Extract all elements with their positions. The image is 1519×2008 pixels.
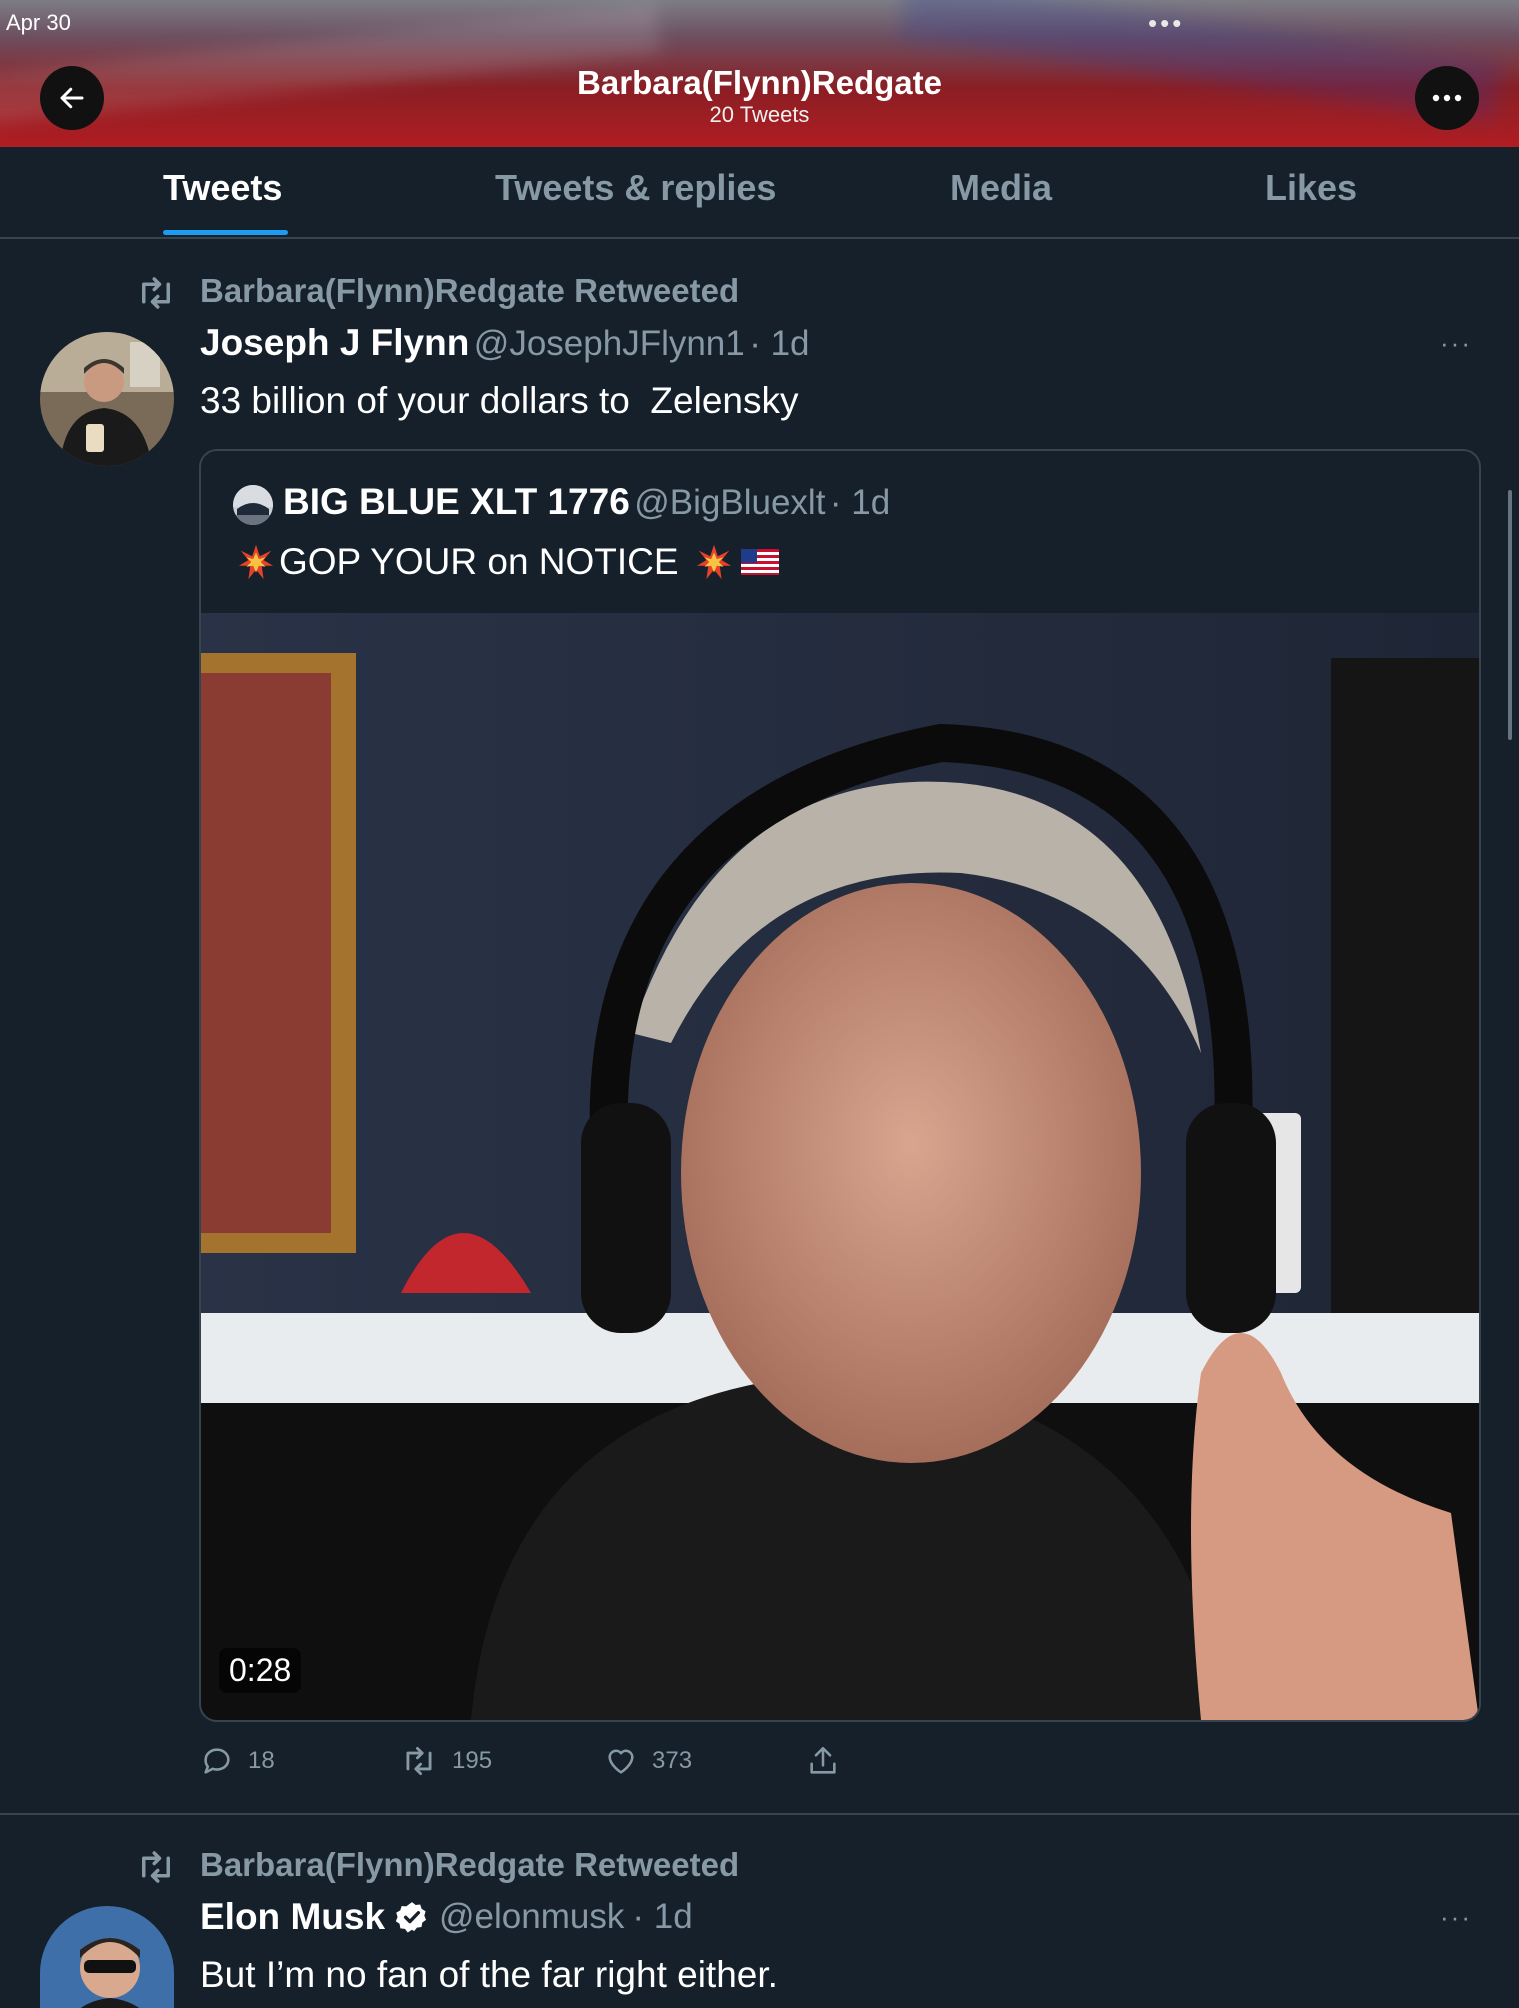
tweet-header: Joseph J Flynn @JosephJFlynn1 · 1d <box>200 322 810 364</box>
tweet-header: Elon Musk @elonmusk · 1d <box>200 1896 693 1938</box>
status-date: Apr 30 <box>6 10 71 35</box>
share-button[interactable] <box>806 1744 840 1778</box>
retweet-button[interactable]: 195 <box>400 1744 492 1778</box>
tab-tweets-replies[interactable]: Tweets & replies <box>495 167 776 209</box>
retweet-icon <box>135 1849 177 1890</box>
avatar[interactable] <box>40 1906 174 2008</box>
retweeted-by-label: Barbara(Flynn)Redgate Retweeted <box>200 272 740 309</box>
tweet-divider <box>0 1813 1519 1815</box>
reply-count: 18 <box>248 1747 275 1774</box>
quoted-avatar <box>233 485 273 525</box>
author-name[interactable]: Joseph J Flynn <box>200 322 469 363</box>
more-horizontal-icon <box>1432 94 1462 102</box>
active-tab-indicator <box>163 230 288 235</box>
quoted-tweet-time: · 1d <box>829 483 891 522</box>
reply-icon <box>204 1748 230 1774</box>
verified-badge-icon <box>395 1902 427 1933</box>
tab-likes[interactable]: Likes <box>1265 167 1357 209</box>
retweeted-by-label: Barbara(Flynn)Redgate Retweeted <box>200 1846 740 1883</box>
more-button[interactable] <box>1415 66 1479 130</box>
header-profile-name: Barbara(Flynn)Redgate <box>577 64 942 101</box>
retweet-icon <box>135 275 177 316</box>
tab-media[interactable]: Media <box>950 167 1052 209</box>
like-count: 373 <box>652 1747 693 1774</box>
video-thumbnail <box>201 613 1479 1720</box>
heart-icon <box>608 1749 634 1774</box>
author-handle[interactable]: @JosephJFlynn1 <box>474 324 745 363</box>
tweet-time: · 1d <box>749 324 810 363</box>
tweet-text: But I’m no fan of the far right either. <box>200 1954 778 1995</box>
video-duration-badge: 0:28 <box>219 1648 302 1693</box>
multitask-dots[interactable]: ••• <box>1148 8 1184 39</box>
avatar[interactable] <box>40 332 174 466</box>
tweet-text: 33 billion of your dollars to Zelensky <box>200 380 799 421</box>
retweet-count: 195 <box>452 1747 493 1774</box>
quoted-tweet-text-row: GOP YOUR on NOTICE <box>237 541 779 583</box>
tweet-time: · 1d <box>632 1897 693 1936</box>
tweet-more-button[interactable]: ··· <box>1440 1902 1472 1933</box>
quoted-tweet-text: GOP YOUR on NOTICE <box>279 541 679 582</box>
retweet-icon <box>406 1746 432 1776</box>
profile-tabs: Tweets Tweets & replies Media Likes <box>0 147 1519 239</box>
collision-emoji-icon <box>238 544 274 580</box>
author-name[interactable]: Elon Musk <box>200 1896 385 1938</box>
reply-button[interactable]: 18 <box>200 1744 275 1778</box>
quoted-tweet-card[interactable]: BIG BLUE XLT 1776 @BigBluexlt · 1d GOP Y… <box>199 449 1481 1722</box>
header-tweet-count: 20 Tweets <box>709 102 810 127</box>
author-handle[interactable]: @elonmusk <box>439 1897 624 1937</box>
quoted-author-handle: @BigBluexlt <box>634 483 826 522</box>
collision-emoji-icon <box>696 544 731 580</box>
scrollbar-thumb[interactable] <box>1508 490 1512 740</box>
video-player[interactable]: 0:28 <box>201 613 1479 1720</box>
us-flag-icon <box>740 549 779 575</box>
share-icon <box>810 1746 836 1774</box>
quoted-author-name: BIG BLUE XLT 1776 <box>283 481 630 522</box>
tab-tweets[interactable]: Tweets <box>163 167 282 209</box>
like-button[interactable]: 373 <box>604 1744 692 1778</box>
tweet-more-button[interactable]: ··· <box>1440 328 1472 359</box>
